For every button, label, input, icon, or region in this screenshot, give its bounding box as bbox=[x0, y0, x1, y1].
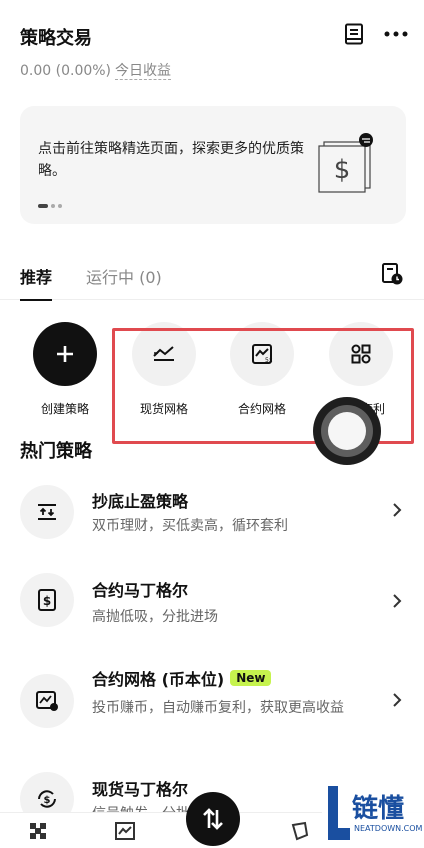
strategy-title: 合约网格 (币本位) New bbox=[92, 666, 272, 690]
carousel-dot bbox=[51, 204, 55, 208]
chevron-right-icon bbox=[392, 593, 402, 613]
watermark-l-icon bbox=[328, 786, 350, 840]
home-icon[interactable] bbox=[28, 821, 48, 845]
buy-low-sell-high-icon bbox=[20, 485, 74, 539]
strategy-desc: 高抛低吸，分批进场 bbox=[92, 609, 218, 625]
strategy-title-text: 抄底止盈策略 bbox=[92, 492, 189, 511]
history-icon[interactable] bbox=[380, 262, 404, 290]
banner-text: 点击前往策略精选页面，探索更多的优质策略。 bbox=[38, 141, 304, 179]
trade-button[interactable] bbox=[186, 792, 240, 846]
orders-icon[interactable] bbox=[342, 22, 366, 46]
strategy-title: 合约马丁格尔 bbox=[92, 577, 188, 601]
strategy-title-text: 合约马丁格尔 bbox=[92, 581, 189, 600]
discover-icon[interactable] bbox=[290, 821, 310, 845]
tab-recommended[interactable]: 推荐 bbox=[20, 264, 53, 301]
grid-chart-icon bbox=[20, 674, 74, 728]
strategy-desc: 双币理财，买低卖高，循环套利 bbox=[92, 518, 288, 534]
strategy-title: 现货马丁格尔 bbox=[92, 776, 188, 800]
header-actions bbox=[342, 22, 408, 46]
strategy-title-text: 合约网格 (币本位) bbox=[92, 670, 225, 689]
watermark-sub: NEATDOWN.COM bbox=[354, 824, 423, 833]
strategy-item-bottom-fish[interactable]: 抄底止盈策略 双币理财，买低卖高，循环套利 bbox=[0, 482, 424, 542]
carousel-dots bbox=[38, 204, 62, 208]
strategy-item-coin-margined-grid[interactable]: 合约网格 (币本位) New 投币赚币，自动赚币复利，获取更高收益 bbox=[0, 664, 424, 744]
carousel-dot-active bbox=[38, 204, 48, 208]
today-pnl: 0.00 (0.00%) 今日收益 bbox=[20, 60, 172, 80]
market-icon[interactable] bbox=[114, 821, 136, 845]
strategy-item-contract-martingale[interactable]: $ 合约马丁格尔 高抛低吸，分批进场 bbox=[0, 573, 424, 633]
pnl-label[interactable]: 今日收益 bbox=[115, 63, 172, 80]
svg-text:$: $ bbox=[43, 594, 51, 608]
more-icon[interactable] bbox=[384, 22, 408, 46]
section-title: 热门策略 bbox=[20, 441, 92, 462]
floating-button-core bbox=[328, 412, 366, 450]
svg-text:$: $ bbox=[334, 155, 351, 185]
quick-label: 创建策略 bbox=[40, 402, 89, 416]
watermark-logo: 链懂 NEATDOWN.COM bbox=[322, 778, 424, 848]
floating-assistive-button[interactable] bbox=[313, 397, 381, 465]
chevron-right-icon bbox=[392, 692, 402, 712]
pnl-value: 0.00 (0.00%) bbox=[20, 63, 112, 79]
page-title: 策略交易 bbox=[20, 28, 92, 49]
quick-create-strategy[interactable]: 创建策略 bbox=[20, 322, 110, 417]
tab-bar: 推荐 运行中 (0) bbox=[0, 256, 424, 301]
floating-button-ring bbox=[321, 405, 373, 457]
plus-icon bbox=[33, 322, 97, 386]
strategy-banner[interactable]: 点击前往策略精选页面，探索更多的优质策略。 $ bbox=[20, 106, 406, 224]
watermark-text: 链懂 bbox=[352, 794, 405, 824]
svg-text:$: $ bbox=[44, 795, 51, 806]
strategy-title: 抄底止盈策略 bbox=[92, 488, 188, 512]
new-badge: New bbox=[230, 670, 272, 686]
chevron-right-icon bbox=[392, 502, 402, 522]
header: 策略交易 bbox=[20, 22, 408, 50]
strategy-desc: 投币赚币，自动赚币复利，获取更高收益 bbox=[92, 700, 344, 716]
dollar-document-icon: $ bbox=[316, 132, 380, 194]
tab-running[interactable]: 运行中 (0) bbox=[86, 264, 162, 288]
dollar-doc-icon: $ bbox=[20, 573, 74, 627]
carousel-dot bbox=[58, 204, 62, 208]
strategy-title-text: 现货马丁格尔 bbox=[92, 780, 189, 799]
